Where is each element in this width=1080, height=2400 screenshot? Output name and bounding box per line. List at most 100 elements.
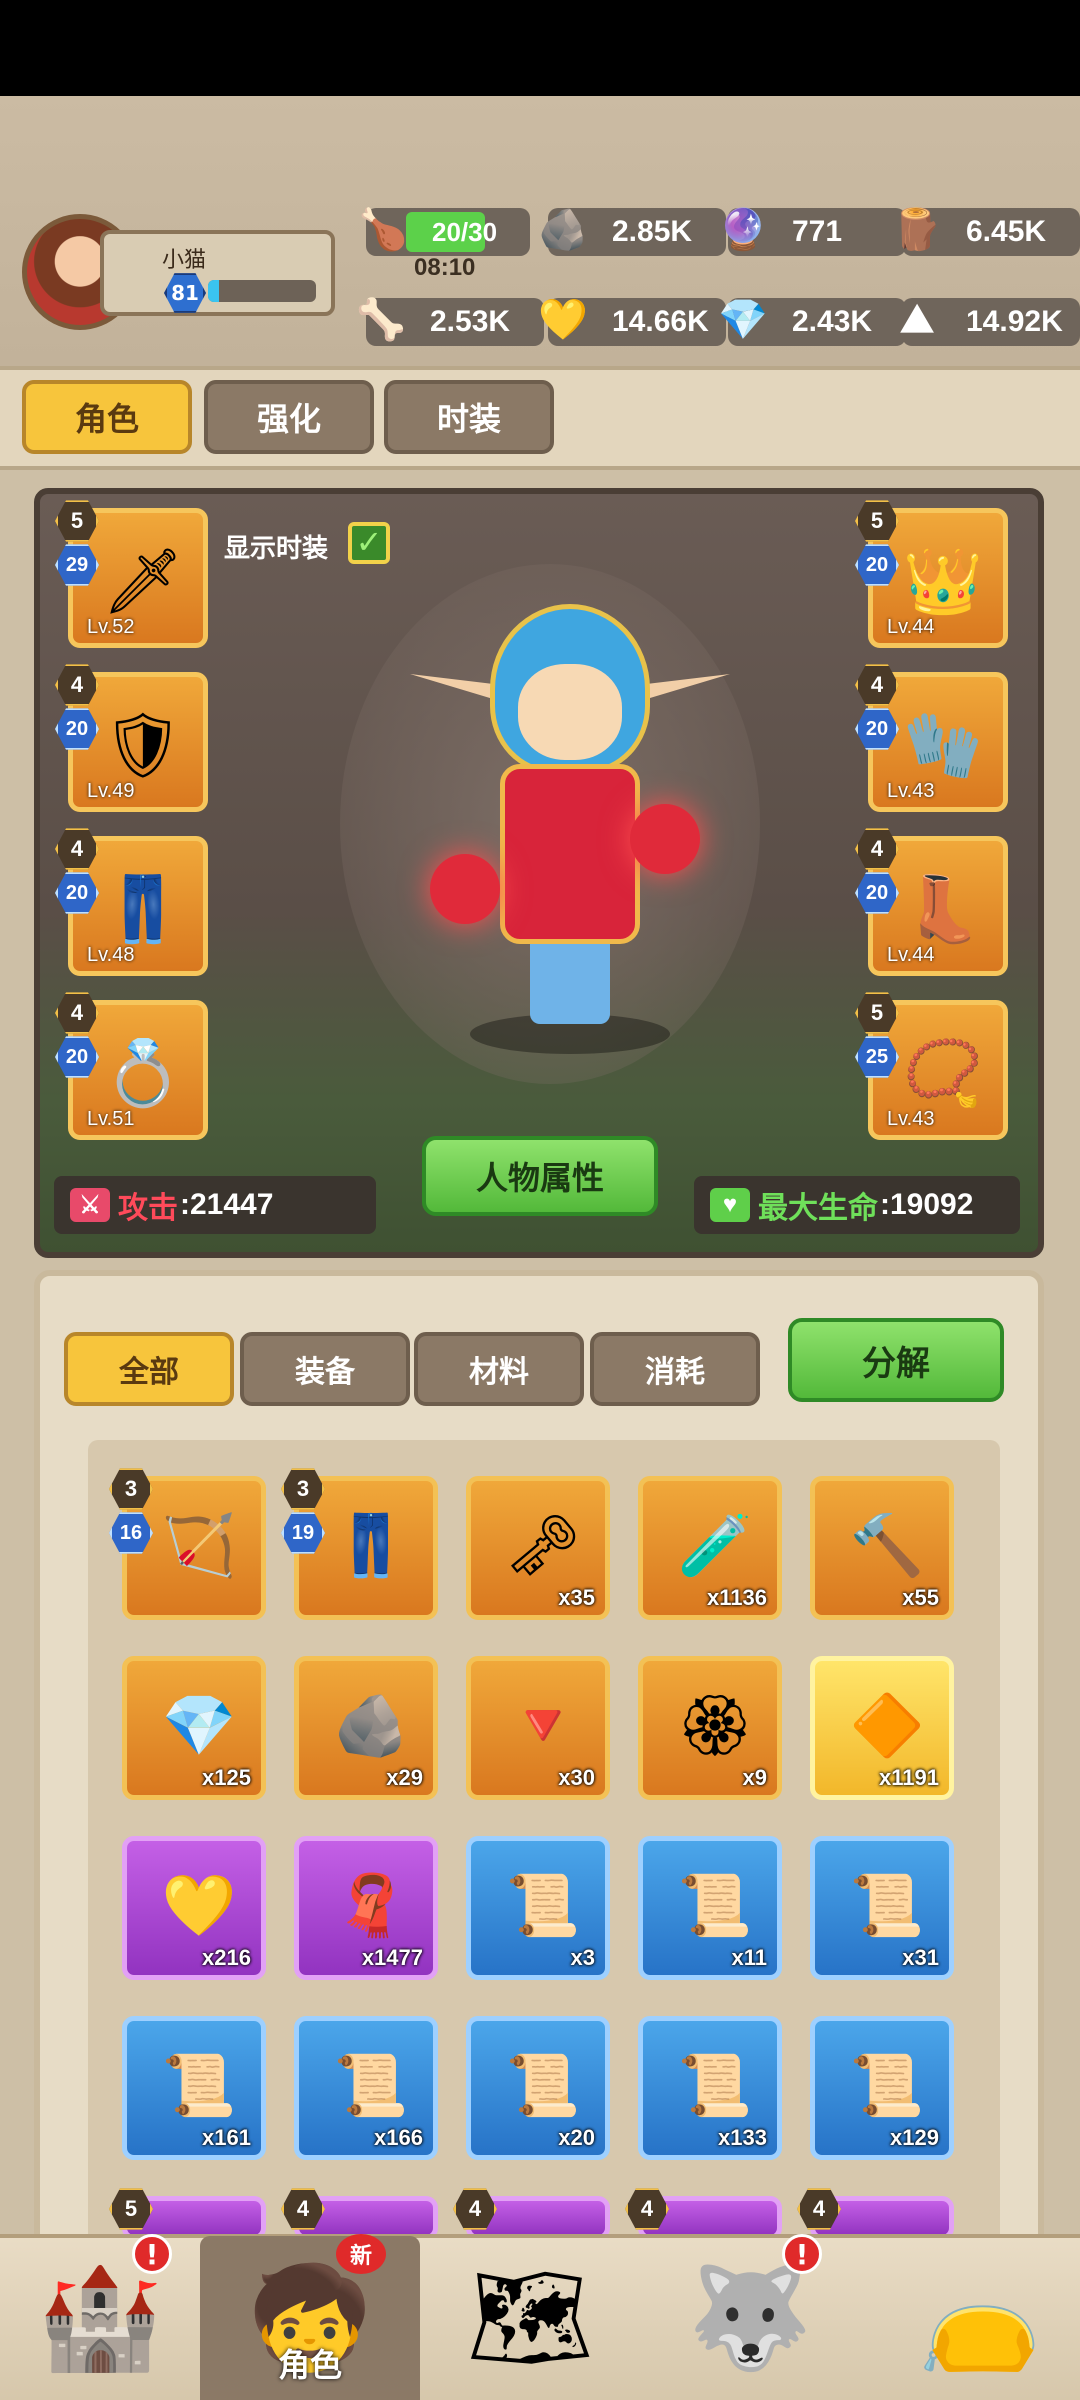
cloth-icon: 🧣	[333, 1870, 409, 1941]
spiked-crown-icon: 👑	[903, 544, 983, 619]
character-attributes-button[interactable]: 人物属性	[422, 1136, 658, 1216]
equip-slot-necklace[interactable]: 5 25 📿 Lv.43	[855, 992, 1008, 1140]
inventory-tab-materials[interactable]: 材料	[414, 1332, 584, 1406]
inventory-tab-consumables[interactable]: 消耗	[590, 1332, 760, 1406]
equip-level: Lv.44	[887, 944, 935, 966]
inventory-item[interactable]: 💎 x125	[122, 1656, 266, 1800]
blue-gem-icon: 💎	[718, 297, 768, 342]
stamina-value: 20/30	[432, 216, 498, 247]
potion-jar-icon: 🧪	[677, 1510, 753, 1581]
show-costume-label: 显示时装	[224, 534, 329, 564]
inventory-item[interactable]: 🧪 x1136	[638, 1476, 782, 1620]
decompose-button[interactable]: 分解	[788, 1318, 1004, 1402]
loot-bag-icon: 👝	[917, 2259, 1043, 2376]
sword-icon: ⚔	[70, 1188, 110, 1222]
nav-map[interactable]: 🗺	[440, 2236, 620, 2400]
scroll-icon: 📜	[161, 2050, 237, 2121]
inventory-item[interactable]: 3 19 👖	[281, 1468, 438, 1620]
equip-slot-boots[interactable]: 4 20 👢 Lv.44	[855, 828, 1008, 976]
boots-icon: 👢	[903, 872, 983, 947]
equip-slot-weapon[interactable]: 5 29 🗡 Lv.52	[55, 500, 208, 648]
scroll-icon: 📜	[849, 2050, 925, 2121]
equip-slot-ring[interactable]: 4 20 💍 Lv.51	[55, 992, 208, 1140]
equip-slot-gauntlet[interactable]: 4 20 🧤 Lv.43	[855, 664, 1008, 812]
crystal-value: 2.43K	[792, 305, 873, 338]
inventory-item[interactable]: 📜 x31	[810, 1836, 954, 1980]
inventory-item[interactable]: 📜 x11	[638, 1836, 782, 1980]
scroll-icon: 📜	[505, 1870, 581, 1941]
inventory-item[interactable]: 📜 x129	[810, 2016, 954, 2160]
scroll-icon: 📜	[849, 1870, 925, 1941]
inventory-item[interactable]: 🔶 x1191	[810, 1656, 954, 1800]
max-hp-label: 最大生命	[758, 1192, 878, 1225]
hammer-icon: 🔨	[849, 1510, 925, 1581]
equip-level: Lv.43	[887, 780, 935, 802]
crossbow-icon: 🏹	[161, 1510, 237, 1581]
inventory-item[interactable]: 3 16 🏹	[109, 1468, 266, 1620]
item-count: x133	[718, 2125, 767, 2150]
scroll-icon: 📜	[505, 2050, 581, 2121]
alert-badge: !	[132, 2234, 172, 2274]
alert-badge: !	[782, 2234, 822, 2274]
inventory-item[interactable]: 📜 x166	[294, 2016, 438, 2160]
item-count: x129	[890, 2125, 939, 2150]
tab-enhance[interactable]: 强化	[204, 380, 374, 454]
purple-orb-value: 771	[792, 215, 843, 248]
blue-crystal-icon: 💎	[161, 1690, 237, 1761]
inventory-item[interactable]: 📜 x3	[466, 1836, 610, 1980]
inventory-item[interactable]: 📜 x133	[638, 2016, 782, 2160]
equip-slot-helmet[interactable]: 5 20 👑 Lv.44	[855, 500, 1008, 648]
inventory-item[interactable]: 🏵 x9	[638, 1656, 782, 1800]
heart-icon: ♥	[710, 1188, 750, 1222]
bone-value: 2.53K	[430, 305, 511, 338]
nav-loot[interactable]: 👝	[890, 2236, 1070, 2400]
leg-armor-icon: 👖	[103, 872, 183, 947]
inventory-item[interactable]: 💛 x216	[122, 1836, 266, 1980]
bone-icon: 🦴	[356, 297, 406, 342]
item-count: x31	[902, 1945, 939, 1970]
player-name-plate[interactable]: 小猫	[100, 230, 335, 316]
shoulder-armor-icon: 🛡	[102, 708, 184, 783]
item-count: x11	[731, 1945, 768, 1970]
pants-icon: 👖	[333, 1510, 409, 1581]
weapon-icon: 🗡	[102, 544, 184, 619]
stone-resource[interactable]: 🪨 2.85K	[538, 208, 726, 256]
inventory-item[interactable]: 🗝 x35	[466, 1476, 610, 1620]
scroll-icon: 📜	[677, 2050, 753, 2121]
hero-character	[410, 604, 730, 1054]
equip-level: Lv.44	[887, 616, 935, 638]
attack-stat: ⚔ 攻击 :21447	[54, 1176, 376, 1234]
equip-level: Lv.51	[87, 1108, 135, 1130]
tab-costume[interactable]: 时装	[384, 380, 554, 454]
stamina-resource[interactable]: 🍗 20/30	[358, 208, 530, 256]
iron-resource[interactable]: ⛰ 14.92K	[900, 297, 1080, 346]
bone-resource[interactable]: 🦴 2.53K	[356, 298, 544, 346]
item-count: x161	[202, 2125, 251, 2150]
show-costume-checkbox[interactable]: ✓	[348, 522, 390, 564]
iron-value: 14.92K	[966, 305, 1063, 338]
gold-ore-resource[interactable]: 💛 14.66K	[538, 298, 726, 346]
equip-level: Lv.52	[87, 616, 135, 638]
inventory-item[interactable]: 📜 x20	[466, 2016, 610, 2160]
map-icon: 🗺	[466, 2259, 594, 2376]
inventory-item[interactable]: 🪨 x29	[294, 1656, 438, 1800]
equip-slot-shoulder[interactable]: 4 20 🛡 Lv.49	[55, 664, 208, 812]
crystal-resource[interactable]: 💎 2.43K	[718, 298, 906, 346]
nav-character[interactable]: 🧒 角色	[200, 2236, 420, 2400]
purple-orb-resource[interactable]: 🔮 771	[718, 208, 906, 256]
inventory-item[interactable]: 📜 x161	[122, 2016, 266, 2160]
checkmark-icon: ✓	[355, 523, 383, 561]
inventory-item[interactable]: 🔻 x30	[466, 1656, 610, 1800]
player-name: 小猫	[162, 248, 207, 273]
inventory-item[interactable]: 🧣 x1477	[294, 1836, 438, 1980]
gold-heart-icon: 💛	[161, 1870, 237, 1941]
gold-ore-icon: 💛	[538, 297, 588, 342]
player-xp-bar	[208, 280, 316, 302]
inventory-item[interactable]: 🔨 x55	[810, 1476, 954, 1620]
inventory-tab-all[interactable]: 全部	[64, 1332, 234, 1406]
equip-slot-legs[interactable]: 4 20 👖 Lv.48	[55, 828, 208, 976]
inventory-tab-equipment[interactable]: 装备	[240, 1332, 410, 1406]
item-count: x29	[386, 1765, 423, 1790]
tab-character[interactable]: 角色	[22, 380, 192, 454]
wood-resource[interactable]: 🪵 6.45K	[892, 208, 1080, 256]
